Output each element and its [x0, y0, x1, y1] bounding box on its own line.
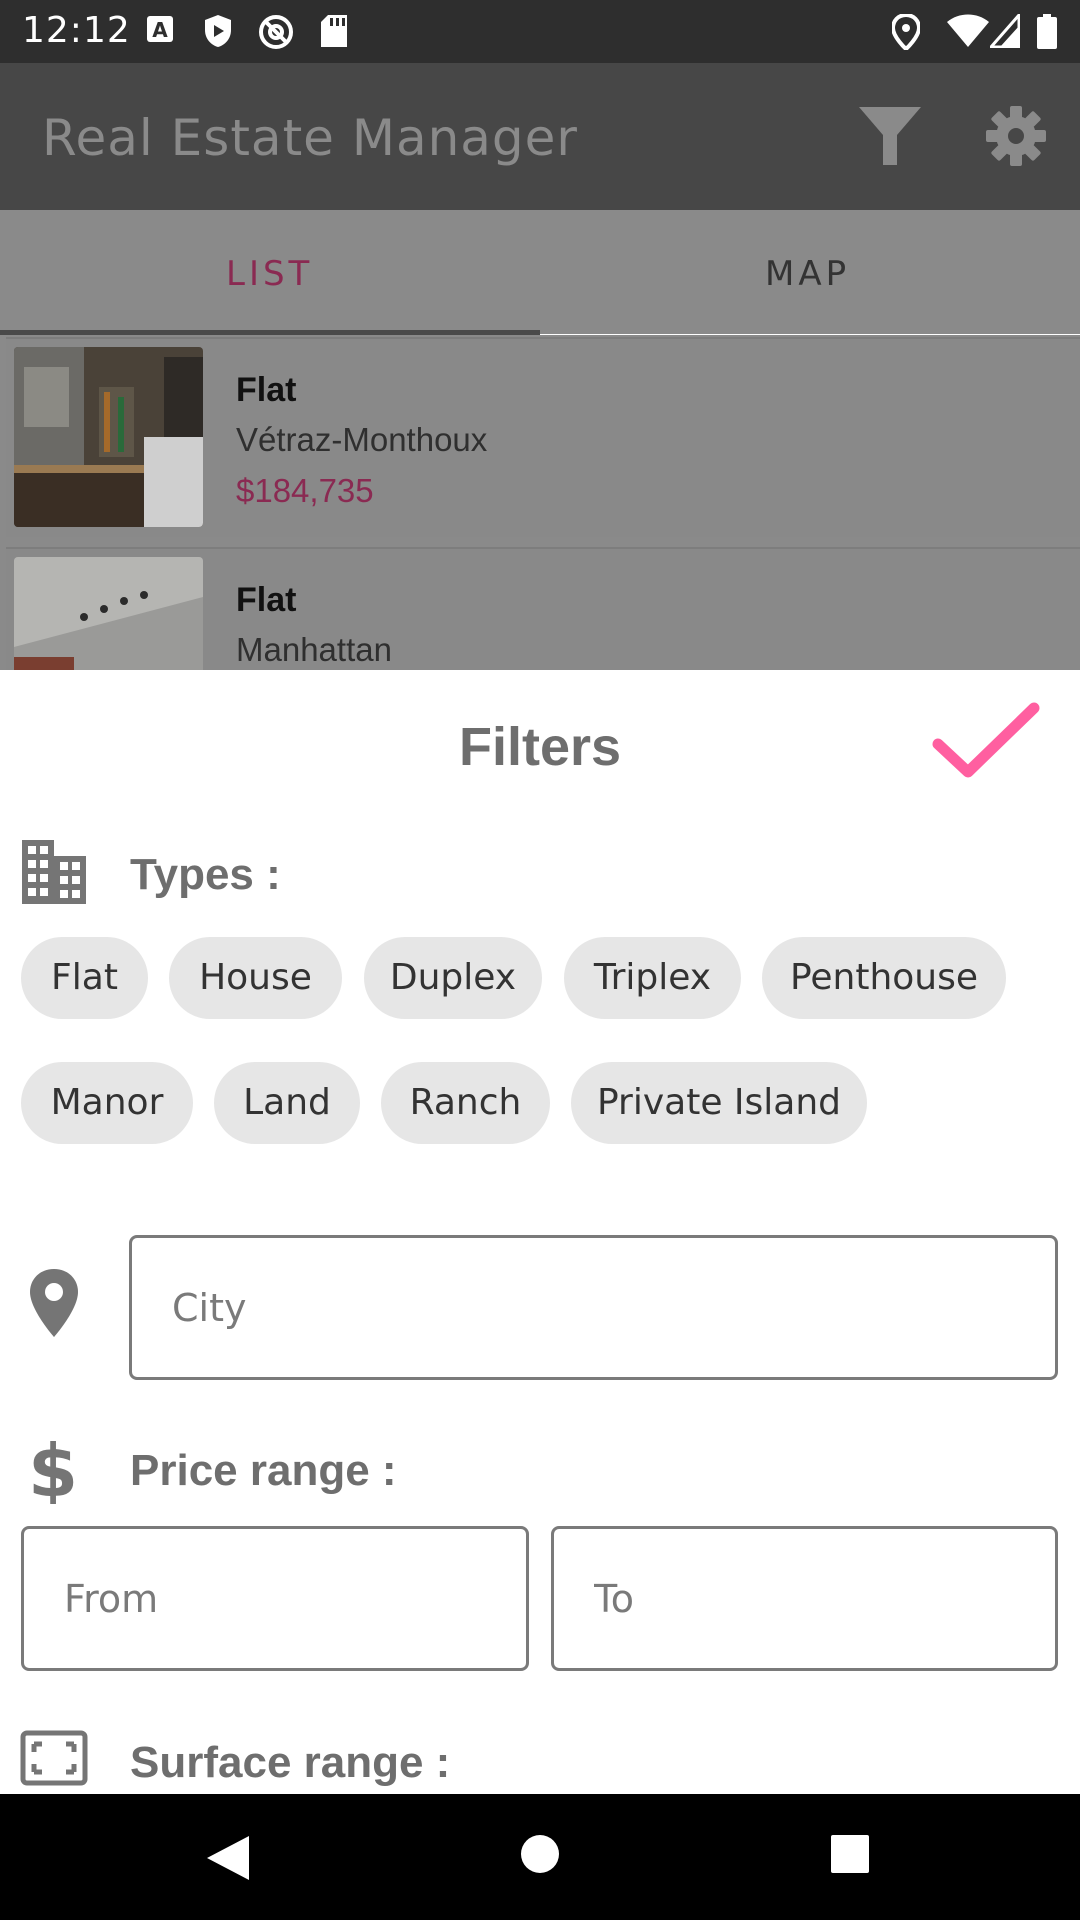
- sd-card-icon: [321, 15, 347, 47]
- price-to-input[interactable]: [554, 1529, 1055, 1668]
- listing-card[interactable]: Flat Vétraz-Monthoux $184,735: [6, 337, 1080, 537]
- svg-text:A: A: [152, 18, 168, 42]
- listing-type: Flat: [236, 581, 297, 619]
- listing-photo: [14, 347, 203, 527]
- price-range-label: Price range :: [130, 1446, 397, 1495]
- filter-icon[interactable]: [857, 103, 923, 169]
- a-notification-icon: A: [147, 16, 173, 42]
- chip-triplex[interactable]: Triplex: [564, 937, 741, 1019]
- settings-icon[interactable]: [985, 105, 1047, 167]
- chip-flat[interactable]: Flat: [21, 937, 148, 1019]
- chip-ranch[interactable]: Ranch: [381, 1062, 550, 1144]
- listing-type: Flat: [236, 371, 297, 409]
- app-bar: Real Estate Manager: [0, 63, 1080, 210]
- price-to-field[interactable]: [551, 1526, 1058, 1671]
- status-bar: 12:12 A: [0, 0, 1080, 63]
- city-field[interactable]: [129, 1235, 1058, 1380]
- tab-list[interactable]: LIST: [226, 254, 313, 294]
- chip-manor[interactable]: Manor: [21, 1062, 193, 1144]
- building-icon: [22, 840, 86, 904]
- listing-list: Flat Vétraz-Monthoux $184,735 Flat Manha…: [0, 335, 1080, 670]
- wifi-icon: [947, 14, 989, 47]
- price-from-field[interactable]: [21, 1526, 529, 1671]
- battery-icon: [1037, 14, 1057, 49]
- location-pin-icon: [30, 1269, 78, 1337]
- types-label: Types :: [130, 850, 281, 899]
- recents-icon[interactable]: [830, 1834, 870, 1874]
- app-title: Real Estate Manager: [42, 109, 578, 167]
- location-icon: [892, 14, 920, 50]
- listing-price: $184,735: [236, 472, 374, 509]
- chip-penthouse[interactable]: Penthouse: [762, 937, 1006, 1019]
- surface-range-label: Surface range :: [130, 1738, 451, 1787]
- home-icon[interactable]: [520, 1834, 560, 1874]
- filters-sheet: Filters Types : Flat House Duplex Triple…: [0, 670, 1080, 1794]
- surface-area-icon: [20, 1730, 88, 1786]
- at-sign-icon: [259, 15, 293, 49]
- chip-house[interactable]: House: [169, 937, 342, 1019]
- navigation-bar: [0, 1794, 1080, 1920]
- dollar-icon: $: [32, 1438, 74, 1504]
- listing-photo: [14, 557, 203, 670]
- chip-duplex[interactable]: Duplex: [364, 937, 542, 1019]
- listing-card[interactable]: Flat Manhattan: [6, 547, 1080, 670]
- sheet-title: Filters: [458, 717, 622, 777]
- confirm-check-icon[interactable]: [930, 700, 1040, 790]
- back-icon[interactable]: [205, 1834, 251, 1882]
- svg-text:$: $: [32, 1438, 74, 1504]
- listing-city: Vétraz-Monthoux: [236, 421, 488, 458]
- city-input[interactable]: [132, 1238, 1055, 1377]
- chip-private-island[interactable]: Private Island: [571, 1062, 867, 1144]
- tab-bar: LIST MAP: [0, 210, 1080, 334]
- chip-land[interactable]: Land: [214, 1062, 360, 1144]
- status-time: 12:12: [22, 10, 131, 51]
- listing-city: Manhattan: [236, 631, 392, 668]
- price-from-input[interactable]: [24, 1529, 526, 1668]
- tab-map[interactable]: MAP: [765, 254, 850, 294]
- signal-icon: [990, 14, 1020, 48]
- shield-icon: [205, 15, 231, 47]
